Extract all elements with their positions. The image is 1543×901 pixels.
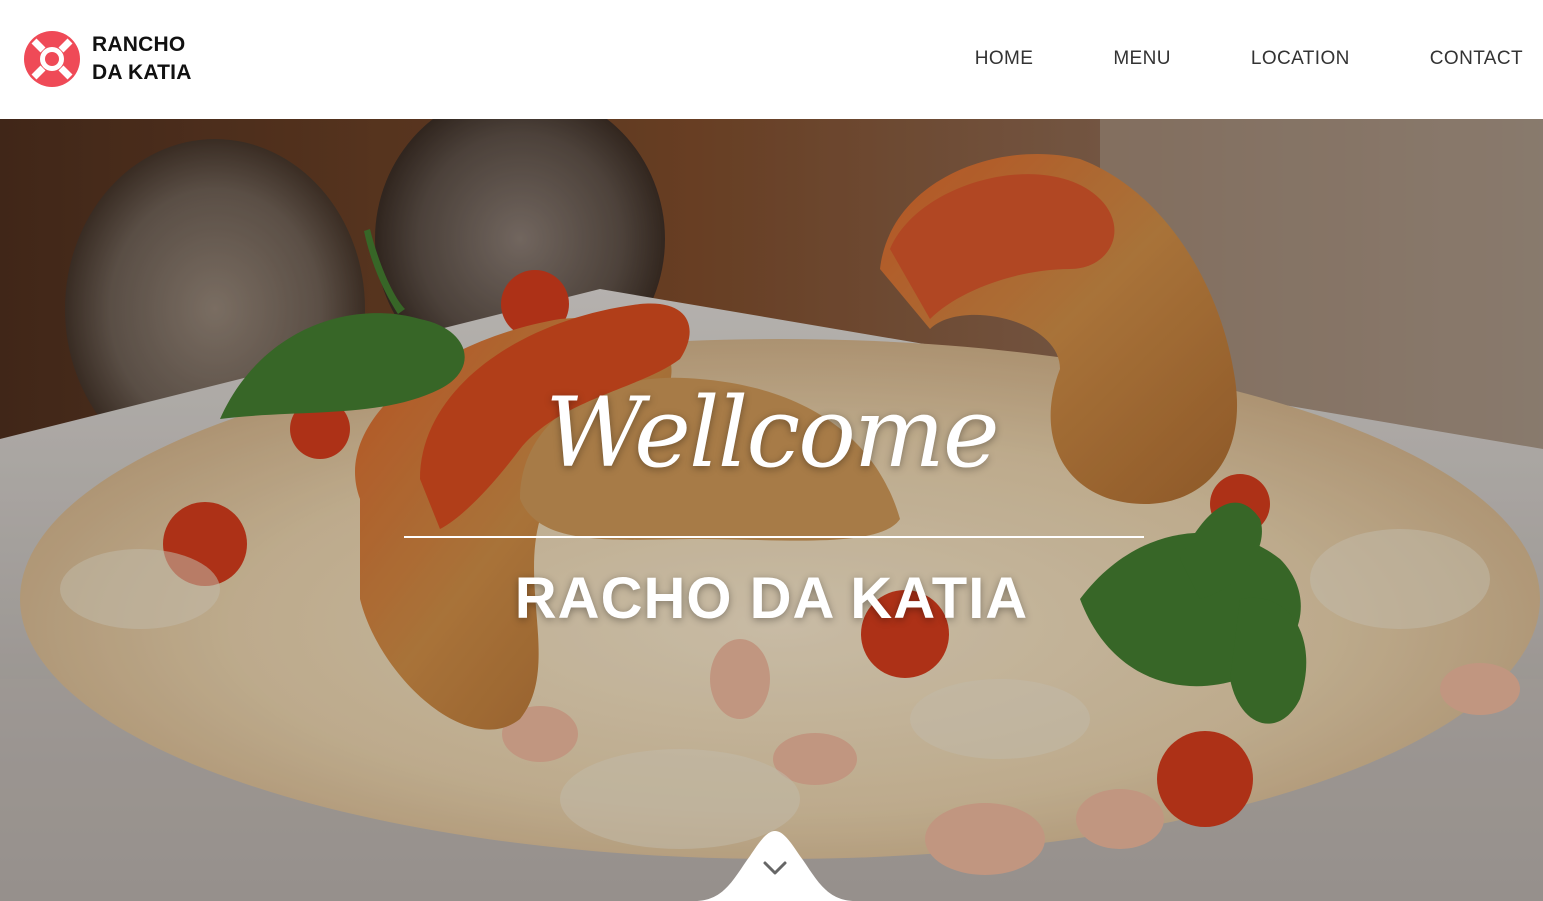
main-nav: HOME MENU LOCATION CONTACT (895, 45, 1523, 73)
hero-divider (404, 536, 1144, 538)
brand-logo-link[interactable]: RANCHO DA KATIA (23, 30, 192, 88)
brand-name: RANCHO DA KATIA (92, 31, 192, 87)
hero-welcome-heading: Wellcome (545, 377, 999, 489)
site-header: RANCHO DA KATIA HOME MENU LOCATION CONTA… (0, 0, 1543, 119)
hero-title: RACHO DA KATIA (514, 566, 1029, 631)
hero-overlay (0, 119, 1543, 901)
scroll-down-button[interactable] (695, 831, 855, 901)
hero-section: Wellcome RACHO DA KATIA (0, 119, 1543, 901)
nav-item-menu[interactable]: MENU (1113, 45, 1171, 73)
brand-name-line2: DA KATIA (92, 61, 192, 84)
nav-item-home[interactable]: HOME (975, 45, 1034, 73)
nav-item-contact[interactable]: CONTACT (1430, 45, 1523, 73)
scroll-down-tab (695, 831, 855, 901)
brand-name-line1: RANCHO (92, 33, 186, 56)
nav-item-location[interactable]: LOCATION (1251, 45, 1350, 73)
lifebuoy-icon (24, 31, 80, 87)
